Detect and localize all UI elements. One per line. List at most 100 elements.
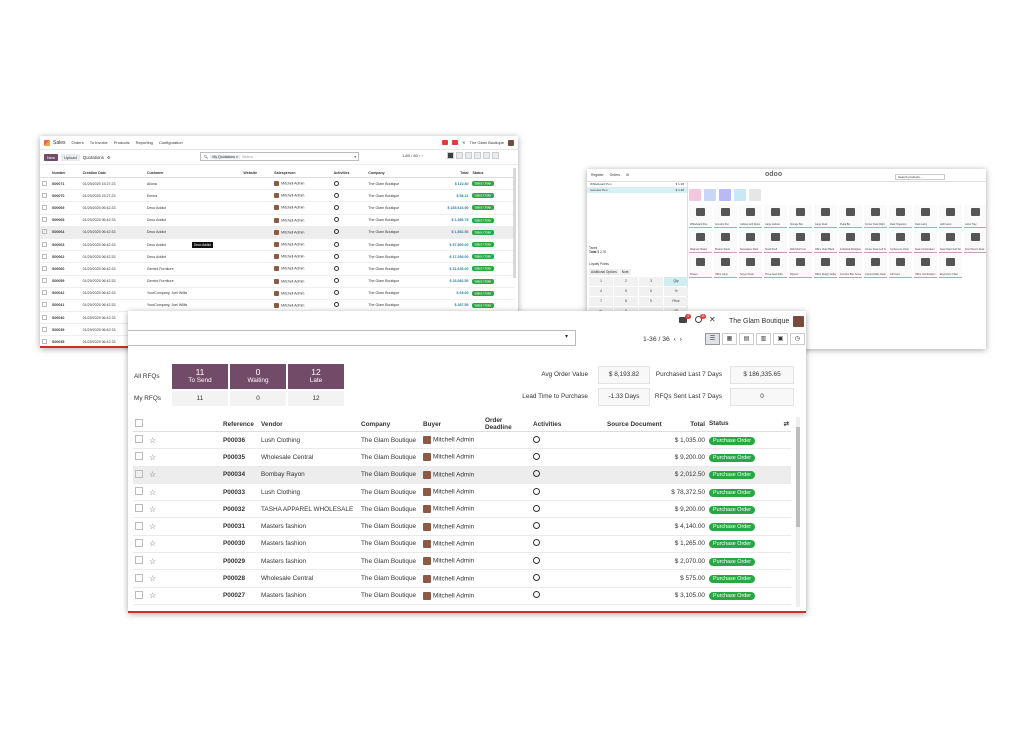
row-checkbox[interactable] <box>42 314 47 320</box>
table-row[interactable]: S00062 01/29/2025 06:42:33 Deco Addict Mitc… <box>40 250 514 264</box>
col-activities[interactable]: Activities <box>331 168 367 178</box>
row-checkbox[interactable] <box>135 435 143 444</box>
sales-app-icon[interactable] <box>44 139 50 146</box>
pager[interactable]: 1-80 / 80 ‹ › <box>402 153 423 158</box>
table-row[interactable]: ☆ P00027 Masters fashion The Glam Boutique M… <box>133 587 791 605</box>
cell-activities[interactable] <box>531 448 605 467</box>
filter-chip[interactable]: My Quotations × <box>210 154 241 159</box>
numpad-key[interactable]: 5 <box>614 287 638 296</box>
chevron-down-icon[interactable]: ▾ <box>354 155 356 159</box>
product-card[interactable]: Gift Card <box>889 255 912 278</box>
product-card[interactable]: Office Combination <box>914 255 937 278</box>
row-checkbox[interactable] <box>135 487 143 496</box>
numpad-key[interactable]: 7 <box>589 297 613 306</box>
product-card[interactable]: Monitor Stand <box>714 230 737 253</box>
note-button[interactable]: Note <box>619 269 631 275</box>
search-input[interactable]: Search... <box>242 155 256 159</box>
product-card[interactable]: Desk Lamp <box>914 205 937 228</box>
numpad-key[interactable]: 3 <box>639 277 663 286</box>
new-button[interactable]: New <box>44 153 59 161</box>
tile-to-send[interactable]: 11 To Send <box>172 364 228 389</box>
row-checkbox[interactable] <box>42 192 47 198</box>
col-number[interactable]: Number <box>50 168 81 178</box>
activity-icon[interactable] <box>452 140 459 145</box>
search-input[interactable] <box>128 330 576 346</box>
col-buyer[interactable]: Buyer <box>421 417 483 432</box>
menu-orders[interactable]: Orders <box>72 140 84 145</box>
row-checkbox[interactable] <box>135 573 143 582</box>
col-activities[interactable]: Activities <box>531 417 605 432</box>
product-card[interactable]: Whiteboard Pen <box>689 205 712 228</box>
table-row[interactable]: ☆ P00036 Lush Clothing The Glam Boutique Mit… <box>133 431 791 450</box>
my-late[interactable]: 12 <box>288 391 344 406</box>
company-name[interactable]: The Glam Boutique <box>470 140 504 145</box>
product-card[interactable]: Large Cabinet <box>764 205 787 228</box>
table-row[interactable]: S00069 01/29/2025 06:42:33 Deco Addict Mitc… <box>40 201 514 215</box>
list-view-icon[interactable]: ☰ <box>705 333 720 345</box>
cell-activities[interactable] <box>331 201 367 215</box>
cell-activities[interactable] <box>331 250 367 264</box>
table-row[interactable]: S00070 01/29/2025 15:27:23 Emma Mitchell Ad… <box>40 189 514 203</box>
col-total[interactable]: Total <box>667 417 707 432</box>
category-button[interactable] <box>719 189 731 201</box>
upload-button[interactable]: Upload <box>61 153 80 161</box>
my-waiting[interactable]: 0 <box>230 391 286 406</box>
numpad-key[interactable]: 2 <box>614 277 638 286</box>
product-card[interactable]: Large Desk <box>814 205 837 228</box>
table-row[interactable]: ☆ P00033 Lush Clothing The Glam Boutique Mit… <box>133 483 791 502</box>
gear-icon[interactable]: ⚙ <box>107 155 111 160</box>
table-row[interactable]: S00064 01/29/2025 06:42:33 Deco Addict Mitc… <box>40 226 514 239</box>
numpad-key[interactable]: 8 <box>614 297 638 306</box>
star-icon[interactable]: ☆ <box>149 591 156 600</box>
pivot-view-icon[interactable]: ▤ <box>739 333 754 345</box>
row-checkbox[interactable] <box>135 538 143 547</box>
product-card[interactable]: Magnetic Board <box>689 230 712 253</box>
calendar-view-icon[interactable] <box>465 152 472 159</box>
star-icon[interactable]: ☆ <box>149 522 156 531</box>
clock-icon[interactable]: 11 <box>694 313 706 324</box>
table-row[interactable]: S00060 01/29/2025 06:42:33 Gemini Furnitur… <box>40 262 514 276</box>
tile-waiting[interactable]: 0 Waiting <box>230 364 286 389</box>
product-card[interactable]: Cabinet with Doors <box>739 205 762 228</box>
row-checkbox[interactable] <box>135 556 143 565</box>
col-source-document[interactable]: Source Document <box>605 417 667 432</box>
cell-activities[interactable] <box>531 587 605 605</box>
product-card[interactable]: Four Person Desk <box>964 230 986 253</box>
product-card[interactable]: Desk Organizer <box>889 205 912 228</box>
chat-icon[interactable]: 4 <box>679 313 691 324</box>
graph-view-icon[interactable] <box>483 152 490 159</box>
menu-products[interactable]: Products <box>114 140 130 145</box>
product-card[interactable]: Screen Desk <box>739 255 762 278</box>
row-checkbox[interactable] <box>42 229 47 235</box>
product-card[interactable]: Customizable Desk <box>864 255 887 278</box>
product-card[interactable]: Acoustic Pen <box>714 205 737 228</box>
star-icon[interactable]: ☆ <box>149 470 156 479</box>
row-checkbox[interactable] <box>42 302 47 308</box>
cell-activities[interactable] <box>531 431 605 450</box>
col-creation-date[interactable]: Creation Date <box>80 168 145 178</box>
table-row[interactable]: S00059 01/29/2025 06:42:33 Gemini Furnitur… <box>40 275 514 288</box>
app-name[interactable]: Sales <box>53 140 66 146</box>
category-button[interactable] <box>704 189 716 201</box>
tab-register[interactable]: Register <box>591 173 604 177</box>
table-row[interactable]: ☆ P00035 Wholesale Central The Glam Boutiqu… <box>133 448 791 467</box>
product-card[interactable]: Office Lamp <box>714 255 737 278</box>
cell-activities[interactable] <box>331 238 367 252</box>
search-dropdown-icon[interactable]: ▾ <box>565 333 568 340</box>
product-card[interactable]: Office Design Software <box>814 255 837 278</box>
row-checkbox[interactable] <box>42 265 47 271</box>
col-reference[interactable]: Reference <box>221 417 259 432</box>
table-row[interactable]: S00071 01/29/2025 15:27:23 Aliona Mitchell … <box>40 177 514 191</box>
cell-activities[interactable] <box>331 214 367 227</box>
star-icon[interactable]: ☆ <box>149 453 156 462</box>
row-checkbox[interactable] <box>135 504 143 513</box>
product-card[interactable]: Three-Seat Sofa <box>764 255 787 278</box>
numpad-key[interactable]: 4 <box>589 287 613 296</box>
company-name[interactable]: The Glam Boutique <box>729 318 789 325</box>
row-checkbox[interactable] <box>42 290 47 296</box>
search-bar[interactable]: 🔍︎ My Quotations × Search... ▾ <box>200 152 359 161</box>
product-card[interactable]: Office Chair Black <box>814 230 837 253</box>
table-row[interactable]: ☆ P00031 Masters fashion The Glam Boutique M… <box>133 517 791 536</box>
product-card[interactable]: Pedal Bin <box>839 205 862 228</box>
cell-activities[interactable] <box>531 500 605 519</box>
